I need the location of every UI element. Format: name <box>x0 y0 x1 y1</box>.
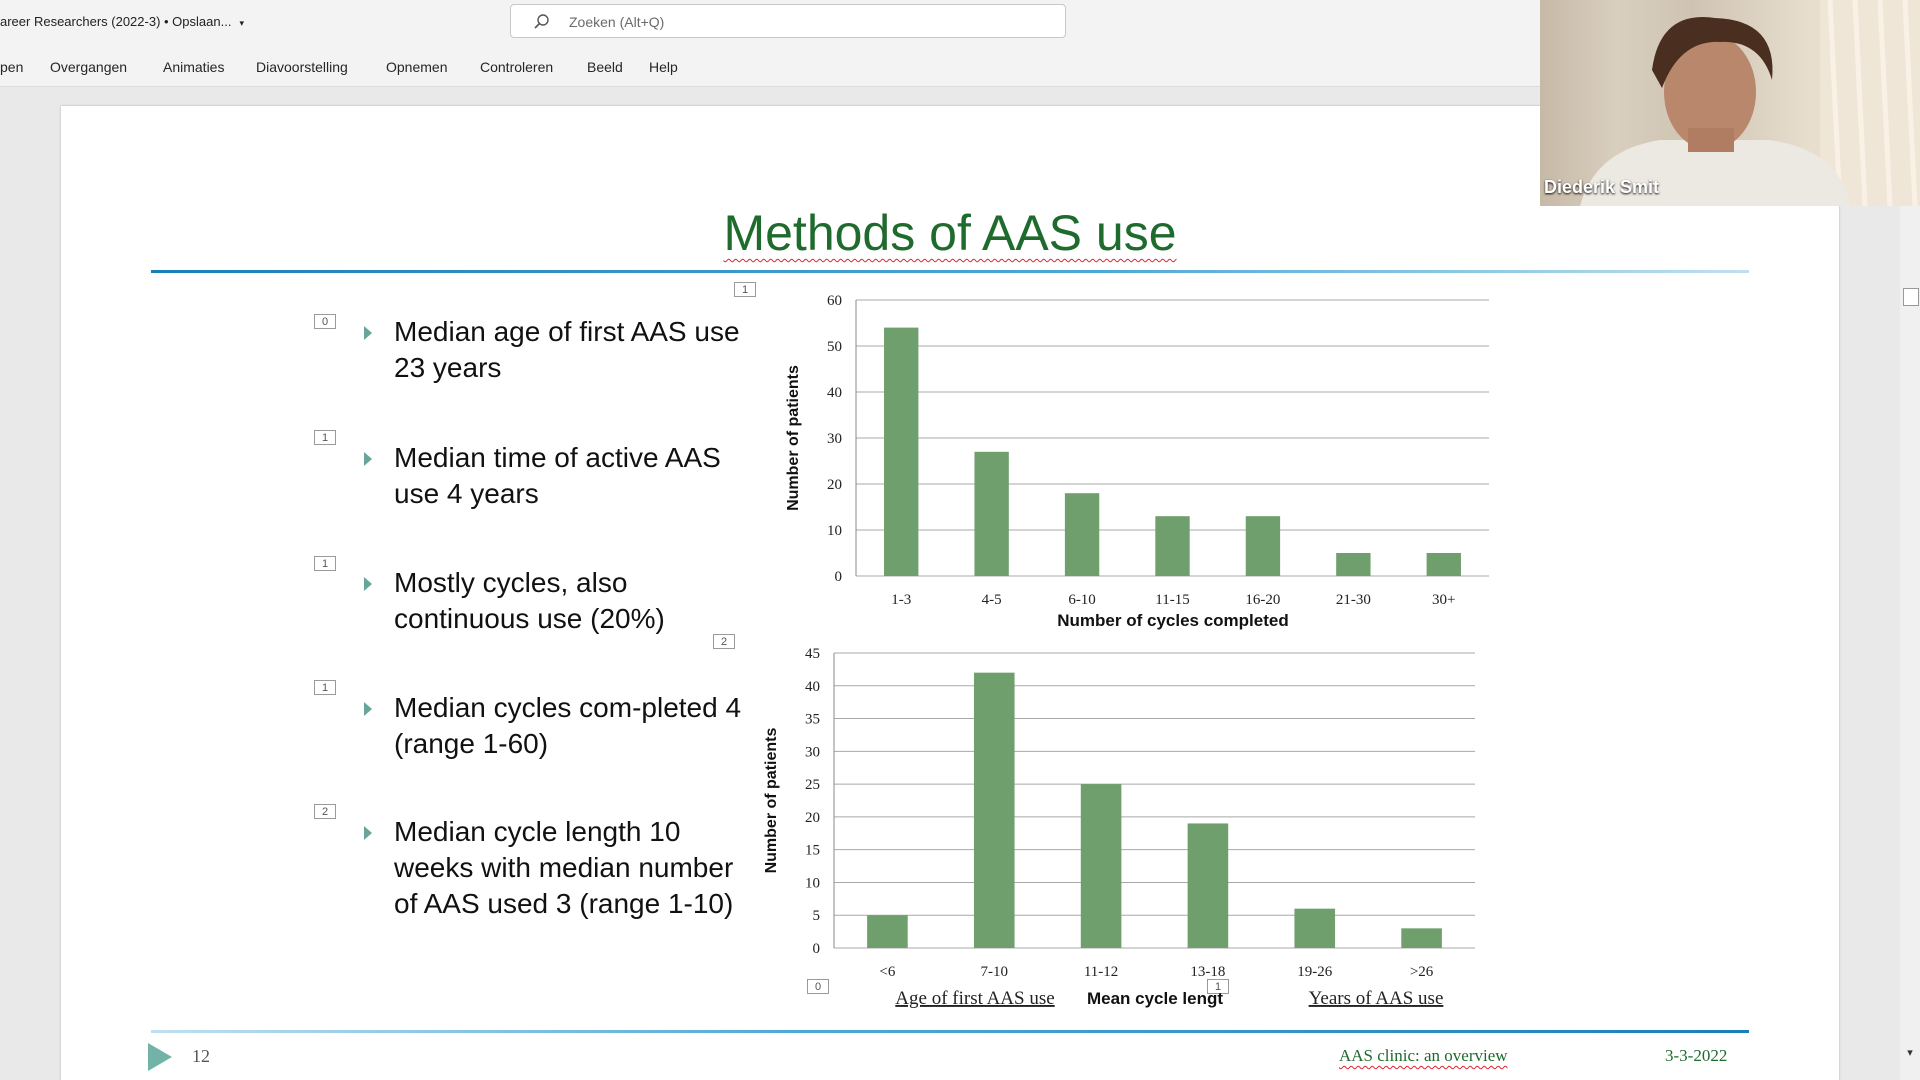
chevron-down-icon[interactable]: ▾ <box>239 18 244 28</box>
tab-help[interactable]: Help <box>649 59 678 75</box>
participant-video[interactable] <box>1540 0 1920 206</box>
x-tick-label: 11-15 <box>1155 592 1189 608</box>
y-tick-label: 60 <box>827 293 842 309</box>
x-tick-label: 16-20 <box>1245 592 1280 608</box>
y-tick-label: 10 <box>827 523 842 539</box>
bar <box>1294 908 1336 948</box>
y-tick-label: 20 <box>805 810 820 826</box>
bar <box>973 672 1015 948</box>
bar <box>1080 784 1122 948</box>
tab-animaties[interactable]: Animaties <box>163 59 224 75</box>
side-panel-handle[interactable] <box>1903 288 1919 306</box>
y-tick-label: 5 <box>813 908 821 924</box>
x-tick-label: 1-3 <box>891 592 911 608</box>
x-axis-label: Mean cycle lengt <box>1087 989 1223 1008</box>
y-tick-label: 10 <box>805 875 820 891</box>
x-tick-label: 21-30 <box>1336 592 1371 608</box>
y-tick-label: 0 <box>835 569 843 585</box>
y-tick-label: 45 <box>805 646 820 662</box>
x-tick-label: 4-5 <box>982 592 1002 608</box>
charts-area: 01020304050601-3 4-5 6-10 11-15 16-20 21-30 30… <box>763 293 1489 1009</box>
play-icon[interactable] <box>148 1043 172 1071</box>
bar <box>1245 516 1281 576</box>
tab-diavoorstelling[interactable]: Diavoorstelling <box>256 59 348 75</box>
x-tick-label: 30+ <box>1432 592 1455 608</box>
chart-cycles-completed: 0 10 20 30 40 50 60 1-3 4-5 6-10 11-15 16-20 21-30 30… <box>785 293 1489 630</box>
bar <box>884 327 919 576</box>
y-tick-label: 15 <box>805 843 820 859</box>
y-axis-label: Number of patients <box>763 728 780 874</box>
y-tick-label: 40 <box>805 679 820 695</box>
y-tick-label: 35 <box>805 712 820 728</box>
x-tick-label: 11-12 <box>1084 964 1118 980</box>
bar <box>867 915 908 948</box>
y-tick-label: 40 <box>827 385 842 401</box>
participant-name: Diederik Smit <box>1544 177 1660 197</box>
tab-ontwerpen[interactable]: pen <box>0 59 23 75</box>
x-tick-label: <6 <box>879 964 895 980</box>
footer-text: AAS clinic: an overview <box>1339 1046 1508 1065</box>
bar <box>1426 553 1461 576</box>
tab-overgangen[interactable]: Overgangen <box>50 59 127 75</box>
footer-date: 3-3-2022 <box>1665 1046 1728 1065</box>
chart-annotation: Years of AAS use <box>1309 988 1444 1009</box>
video-frame-image <box>1580 0 1920 206</box>
chart-cycle-length: 0 5 10 15 20 25 30 35 40 45 <6 7-10 11-12 13-18 19-26 >… <box>763 646 1475 1009</box>
bar <box>1187 823 1229 948</box>
bar <box>1401 928 1442 948</box>
document-title[interactable]: areer Researchers (2022-3) • Opslaan... ▾ <box>0 14 244 29</box>
search-icon <box>534 14 549 29</box>
search-box[interactable] <box>510 4 1066 38</box>
bar <box>1155 516 1190 576</box>
x-tick-label: 6-10 <box>1068 592 1096 608</box>
tab-controleren[interactable]: Controleren <box>480 59 553 75</box>
tab-beeld[interactable]: Beeld <box>587 59 623 75</box>
y-tick-label: 0 <box>813 941 821 957</box>
y-tick-label: 20 <box>827 477 842 493</box>
footer-divider <box>151 1030 1749 1033</box>
y-tick-label: 50 <box>827 339 842 355</box>
x-tick-label: 19-26 <box>1297 964 1332 980</box>
bar <box>1336 553 1371 576</box>
slide-canvas[interactable]: Methods of AAS use 0 Median age of first… <box>61 106 1839 1080</box>
document-title-text: areer Researchers (2022-3) • Opslaan... <box>0 14 232 29</box>
tab-opnemen[interactable]: Opnemen <box>386 59 447 75</box>
search-input[interactable] <box>567 11 1051 33</box>
chart-annotation: Age of first AAS use <box>895 988 1054 1009</box>
slide-number: 12 <box>192 1046 210 1066</box>
x-tick-label: 7-10 <box>981 964 1009 980</box>
vertical-scrollbar[interactable] <box>1900 86 1920 1080</box>
scroll-down-icon[interactable]: ▾ <box>1902 1046 1918 1062</box>
y-tick-label: 30 <box>827 431 842 447</box>
y-tick-label: 25 <box>805 777 820 793</box>
x-tick-label: 13-18 <box>1190 964 1225 980</box>
y-tick-label: 30 <box>805 744 820 760</box>
x-tick-label: >26 <box>1410 964 1434 980</box>
bar <box>1064 493 1100 576</box>
bar <box>974 451 1009 576</box>
x-axis-label: Number of cycles completed <box>1057 611 1288 630</box>
y-axis-label: Number of patients <box>785 365 802 511</box>
